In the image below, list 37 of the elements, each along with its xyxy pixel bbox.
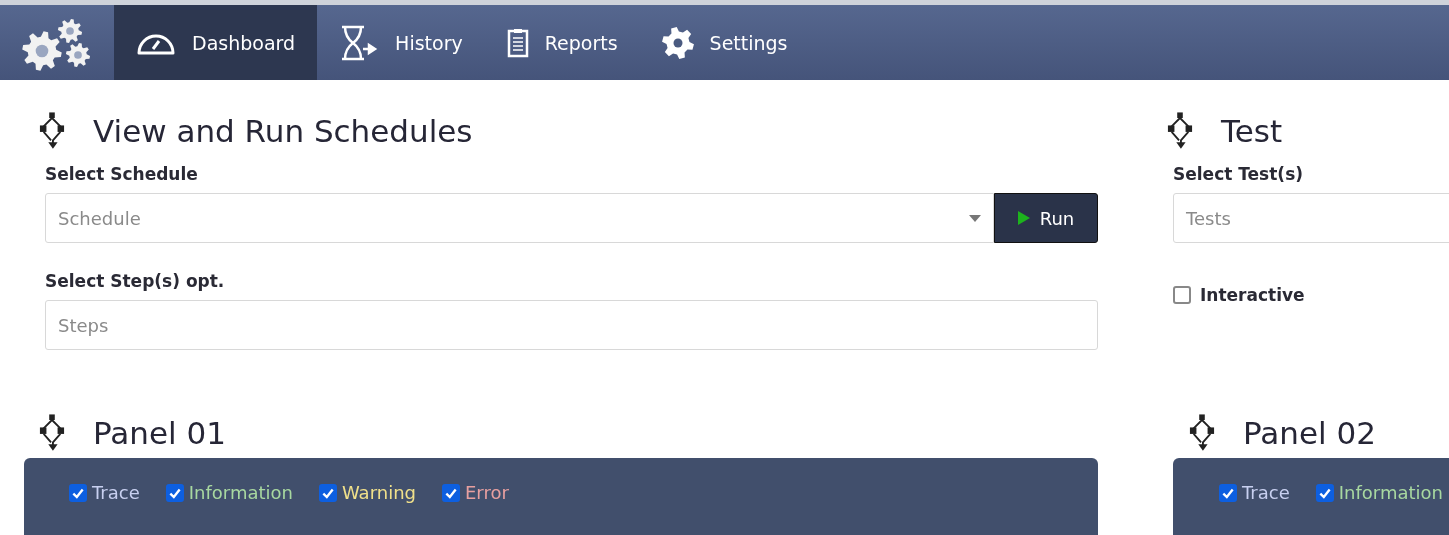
checkbox-label: Interactive xyxy=(1200,285,1305,305)
flow-icon xyxy=(39,414,65,452)
nav-tab[interactable]: History xyxy=(317,5,485,80)
checkbox[interactable] xyxy=(165,483,184,502)
clipboard-icon xyxy=(506,27,529,58)
steps-field[interactable]: Steps xyxy=(45,300,1098,350)
filter-label: Trace xyxy=(1242,482,1290,503)
nav-tab[interactable]: Settings xyxy=(639,5,810,80)
filter-label: Warning xyxy=(341,482,416,503)
field-label: Select Schedule xyxy=(45,164,199,184)
section-title: View and Run Schedules xyxy=(93,113,473,149)
flow-icon xyxy=(39,112,65,150)
checkbox[interactable] xyxy=(318,483,337,502)
dropdown-caret-icon xyxy=(969,214,981,222)
filter-label: Information xyxy=(1338,482,1443,503)
field-label: Select Test(s) xyxy=(1173,164,1305,184)
checkbox[interactable] xyxy=(442,483,460,502)
filter-label: Information xyxy=(188,482,293,503)
flow-icon xyxy=(1189,414,1215,452)
checkbox[interactable] xyxy=(1219,483,1237,502)
field-label: Select Step(s) opt. xyxy=(45,271,226,291)
filter-label: Error xyxy=(465,482,509,503)
filter-label: Trace xyxy=(92,482,140,503)
run-button[interactable]: Run xyxy=(994,193,1098,243)
schedule-select[interactable]: Schedule xyxy=(45,193,994,243)
panel-title: Panel 01 xyxy=(93,415,226,451)
nav-tab[interactable]: Reports xyxy=(484,5,640,80)
flow-icon xyxy=(1167,112,1193,150)
nav-tab[interactable]: Dashboard xyxy=(114,5,318,80)
section-title: Test xyxy=(1221,113,1283,149)
checkbox[interactable] xyxy=(69,483,87,502)
gear-icon xyxy=(661,26,694,59)
tests-field[interactable]: Tests xyxy=(1173,193,1449,243)
panel-title: Panel 02 xyxy=(1243,415,1376,451)
checkbox[interactable] xyxy=(1173,286,1191,304)
play-icon xyxy=(1017,211,1030,225)
checkbox[interactable] xyxy=(1315,483,1334,502)
